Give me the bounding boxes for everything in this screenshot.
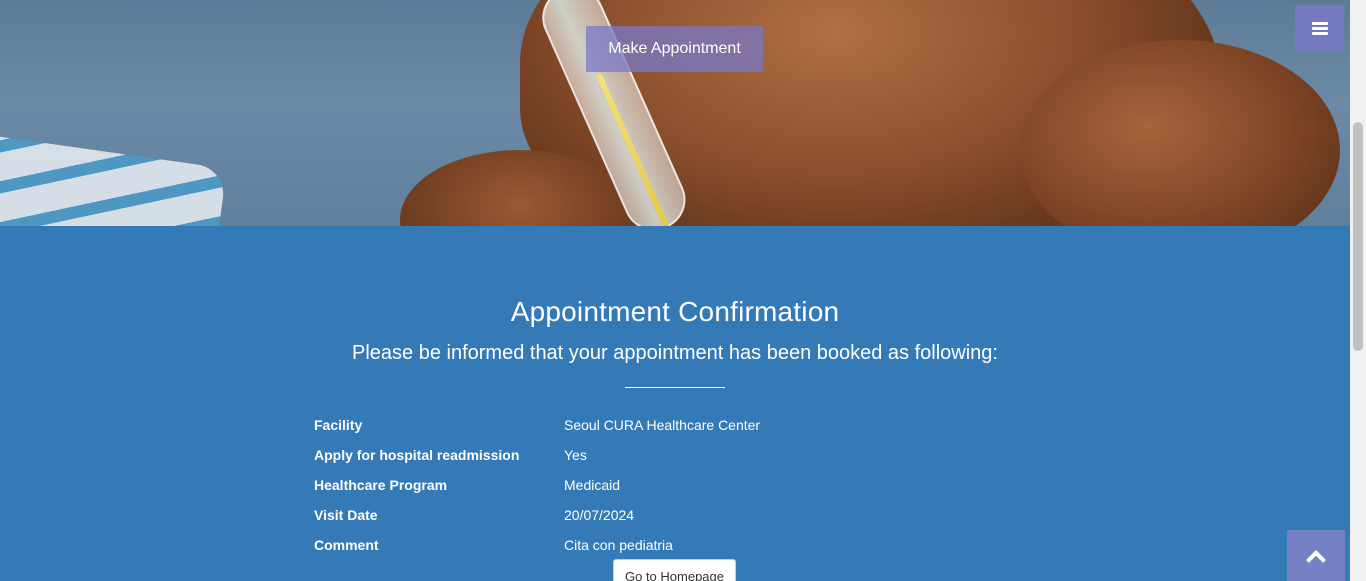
detail-label: Apply for hospital readmission [314,447,520,463]
detail-row-comment: Comment Cita con pediatria [314,530,1034,560]
confirmation-section: Appointment Confirmation Please be infor… [0,226,1350,581]
chevron-up-icon [1306,549,1326,570]
page-title: Appointment Confirmation [510,296,840,327]
detail-value: 20/07/2024 [564,507,635,523]
hamburger-menu-icon [1311,21,1328,35]
page-scrollbar[interactable] [1350,0,1366,581]
detail-label: Visit Date [314,507,378,523]
detail-value: Cita con pediatria [564,537,673,553]
menu-toggle-button[interactable] [1295,5,1344,51]
detail-value: Medicaid [564,477,621,493]
go-to-homepage-button[interactable]: Go to Homepage [613,559,736,581]
hero-cloth [0,132,228,226]
scrollbar-thumb[interactable] [1353,122,1363,351]
detail-value: Yes [564,447,587,463]
detail-row-facility: Facility Seoul CURA Healthcare Center [314,410,1034,440]
detail-label: Healthcare Program [314,477,448,493]
detail-row-program: Healthcare Program Medicaid [314,470,1034,500]
detail-value: Seoul CURA Healthcare Center [564,417,761,433]
appointment-details: Facility Seoul CURA Healthcare Center Ap… [314,410,1034,560]
divider [625,387,725,388]
detail-label: Comment [314,537,379,553]
detail-label: Facility [314,417,363,433]
make-appointment-button[interactable]: Make Appointment [586,26,763,72]
detail-row-readmission: Apply for hospital readmission Yes [314,440,1034,470]
page-subtitle: Please be informed that your appointment… [352,342,998,364]
scroll-to-top-button[interactable] [1287,530,1345,581]
detail-row-visit-date: Visit Date 20/07/2024 [314,500,1034,530]
